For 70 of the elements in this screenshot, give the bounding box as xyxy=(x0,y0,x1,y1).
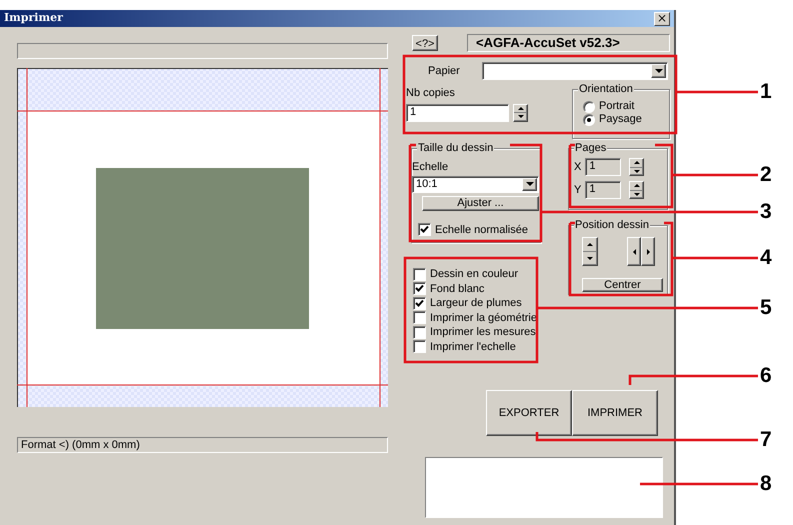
help-button[interactable]: <?> xyxy=(412,35,438,51)
up-arrow-icon xyxy=(518,106,524,110)
checkbox-label: Imprimer la géométrie xyxy=(430,310,537,326)
copies-field[interactable]: 1 xyxy=(406,104,509,122)
radio-label: Portrait xyxy=(599,99,634,114)
checkbox-label: Dessin en couleur xyxy=(430,267,518,282)
close-button[interactable]: × xyxy=(654,12,670,26)
checkbox[interactable] xyxy=(413,326,426,339)
up-arrow-icon xyxy=(587,243,593,246)
copies-spin-buttons[interactable] xyxy=(513,104,528,122)
checkbox[interactable] xyxy=(418,223,431,236)
checkbox-label: Largeur de plumes xyxy=(430,296,522,311)
group-title: Orientation xyxy=(578,83,634,95)
down-arrow-icon xyxy=(518,115,524,118)
adjust-button[interactable]: Ajuster ... xyxy=(422,196,539,210)
checkmark-icon xyxy=(420,225,429,234)
down-arrow-icon xyxy=(634,170,640,173)
group-title: Position dessin xyxy=(574,219,650,231)
callout-number: 5 xyxy=(760,297,772,319)
right-arrow-icon xyxy=(646,248,650,254)
callout-number: 4 xyxy=(760,247,772,269)
radio-button[interactable] xyxy=(583,100,595,112)
checkbox[interactable] xyxy=(413,311,426,324)
callout-number: 3 xyxy=(760,201,772,223)
callout-number: 7 xyxy=(760,429,772,451)
dropdown-button[interactable] xyxy=(651,64,666,78)
status-text: Format <) (0mm x 0mm) xyxy=(17,437,388,453)
horizontal-position-buttons[interactable] xyxy=(627,237,655,266)
page-count-field[interactable]: 1 xyxy=(585,158,622,176)
print-button[interactable]: IMPRIMER xyxy=(572,390,658,436)
page-spin-buttons[interactable] xyxy=(629,181,644,199)
checkbox[interactable] xyxy=(413,282,426,296)
caret-icon xyxy=(654,69,662,73)
export-button[interactable]: EXPORTER xyxy=(486,390,572,436)
left-arrow-icon xyxy=(632,248,636,254)
checkbox[interactable] xyxy=(413,340,426,354)
checkbox-label: Echelle normalisée xyxy=(435,222,528,238)
vertical-position-buttons[interactable] xyxy=(582,237,598,266)
callout-number: 8 xyxy=(760,473,772,495)
radio-label: Paysage xyxy=(599,112,642,128)
window-title: Imprimer xyxy=(4,10,63,26)
up-arrow-icon xyxy=(634,184,640,188)
printer-name-field: <AGFA-AccuSet v52.3> xyxy=(467,34,670,52)
checkbox-label: Imprimer les mesures xyxy=(430,325,536,340)
copies-label: Nb copies xyxy=(406,86,456,101)
axis-label: Y xyxy=(574,182,582,198)
axis-label: X xyxy=(574,160,582,175)
callout-number: 2 xyxy=(760,164,772,186)
checkbox[interactable] xyxy=(413,296,426,310)
caret-icon xyxy=(526,182,534,186)
center-button[interactable]: Centrer xyxy=(582,278,663,292)
page-spin-buttons[interactable] xyxy=(629,158,644,176)
page-count-field[interactable]: 1 xyxy=(585,181,622,199)
checkbox[interactable] xyxy=(413,268,426,281)
radio-dot-icon xyxy=(587,118,591,122)
down-arrow-icon xyxy=(634,192,640,196)
group-title: Pages xyxy=(574,142,608,154)
down-arrow-icon xyxy=(587,257,593,260)
up-arrow-icon xyxy=(634,161,640,164)
scale-dropdown[interactable]: 10:1 xyxy=(412,176,539,192)
paper-label: Papier xyxy=(428,64,461,79)
paper-dropdown[interactable] xyxy=(482,62,668,80)
scale-label: Echelle xyxy=(412,160,450,175)
callout-number: 1 xyxy=(760,81,772,103)
checkbox-label: Imprimer l'echelle xyxy=(430,340,516,354)
dropdown-button[interactable] xyxy=(522,178,537,190)
callout-number: 6 xyxy=(760,365,772,387)
radio-button[interactable] xyxy=(583,114,595,126)
checkbox-label: Fond blanc xyxy=(430,282,484,296)
group-title: Taille du dessin xyxy=(417,142,494,154)
